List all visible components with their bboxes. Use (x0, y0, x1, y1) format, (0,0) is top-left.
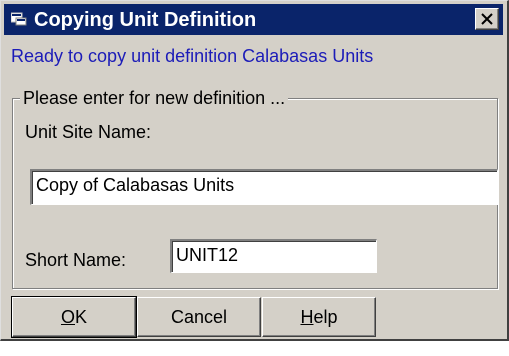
unit-site-name-input[interactable]: Copy of Calabasas Units (30, 169, 498, 205)
cancel-button-label: Cancel (170, 306, 228, 327)
help-button-mnemonic: H (300, 306, 314, 327)
help-button[interactable]: Help (262, 297, 376, 337)
cancel-button[interactable]: Cancel (137, 297, 261, 337)
group-legend: Please enter for new definition ... (20, 87, 289, 109)
short-name-label: Short Name: (25, 250, 127, 270)
ok-button-mnemonic: O (60, 306, 75, 327)
window-app-icon (10, 12, 27, 26)
short-name-input[interactable]: UNIT12 (170, 239, 377, 273)
status-message: Ready to copy unit definition Calabasas … (11, 46, 374, 66)
window-title: Copying Unit Definition (34, 9, 257, 31)
ok-button-label: K (75, 306, 88, 327)
copying-unit-definition-dialog: Copying Unit Definition Ready to copy un… (0, 0, 509, 341)
ok-button[interactable]: OK (11, 296, 137, 338)
title-bar[interactable]: Copying Unit Definition (4, 4, 503, 35)
close-button[interactable] (475, 8, 499, 30)
unit-site-name-label: Unit Site Name: (25, 122, 152, 142)
help-button-label: elp (313, 306, 338, 327)
close-icon (481, 13, 493, 25)
